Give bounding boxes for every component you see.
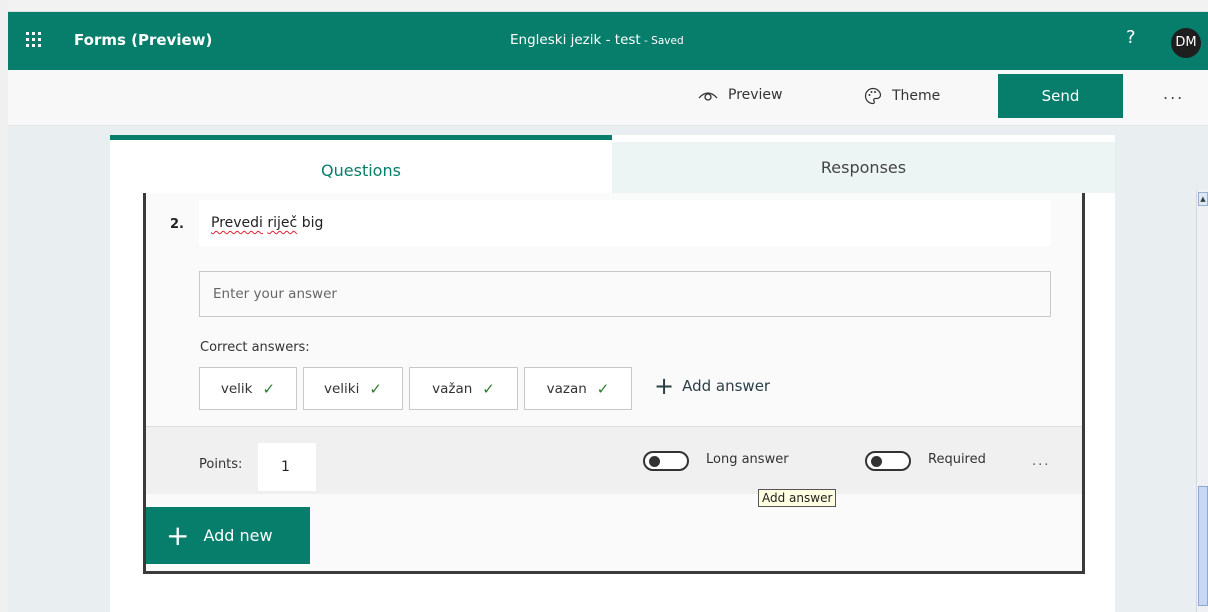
- required-label: Required: [928, 452, 986, 467]
- long-answer-label: Long answer: [706, 452, 789, 467]
- tab-questions[interactable]: Questions: [110, 135, 612, 193]
- window-top-strip: [0, 0, 1208, 12]
- preview-button[interactable]: Preview: [698, 87, 783, 103]
- correct-answer-chip[interactable]: važan ✓: [409, 367, 518, 410]
- question-title-field[interactable]: Prevedi riječ big: [199, 200, 1051, 246]
- question-number: 2.: [170, 217, 184, 232]
- preview-label: Preview: [728, 87, 783, 103]
- correct-answer-text: veliki: [324, 380, 360, 397]
- add-answer-label: Add answer: [682, 377, 771, 395]
- check-icon: ✓: [596, 379, 610, 398]
- document-title[interactable]: Engleski jezik - test - Saved: [510, 32, 684, 48]
- correct-answer-chip[interactable]: velik ✓: [199, 367, 297, 410]
- check-icon: ✓: [482, 379, 495, 398]
- help-button[interactable]: ?: [1126, 27, 1136, 48]
- long-answer-toggle[interactable]: [643, 451, 689, 471]
- save-status: Saved: [651, 35, 684, 47]
- toggle-knob: [649, 456, 660, 467]
- question-title-word: riječ: [267, 215, 298, 231]
- question-more-button[interactable]: ...: [1032, 454, 1050, 469]
- correct-answers-label: Correct answers:: [200, 340, 310, 355]
- app-name[interactable]: Forms (Preview): [74, 31, 212, 49]
- palette-icon: [864, 87, 882, 105]
- answer-input[interactable]: Enter your answer: [199, 271, 1051, 317]
- correct-answer-chip[interactable]: veliki ✓: [303, 367, 403, 410]
- points-label: Points:: [199, 457, 243, 472]
- plus-icon: +: [654, 372, 675, 400]
- question-card: 2. Prevedi riječ big Enter your answer C…: [143, 193, 1085, 574]
- toggle-knob: [871, 456, 882, 467]
- more-options-button[interactable]: ...: [1163, 84, 1184, 103]
- document-title-text: Engleski jezik - test: [510, 32, 641, 48]
- save-separator: -: [640, 35, 652, 47]
- question-footer: Points: 1 Long answer Required ...: [146, 426, 1082, 494]
- check-icon: ✓: [369, 379, 382, 398]
- add-answer-tooltip: Add answer: [758, 489, 837, 507]
- app-header: Forms (Preview) Engleski jezik - test - …: [8, 12, 1208, 70]
- form-editor-card: Questions Responses 2. Prevedi riječ big…: [110, 135, 1115, 612]
- add-answer-button[interactable]: + Add answer: [654, 372, 771, 400]
- question-title-word: Prevedi: [211, 215, 263, 231]
- plus-icon: +: [166, 518, 190, 552]
- required-toggle[interactable]: [865, 451, 911, 471]
- scroll-thumb[interactable]: [1198, 486, 1208, 606]
- correct-answer-chip[interactable]: vazan ✓: [524, 367, 632, 410]
- tab-responses[interactable]: Responses: [612, 142, 1115, 193]
- eye-icon: [698, 92, 718, 101]
- send-button[interactable]: Send: [998, 74, 1123, 118]
- correct-answer-text: velik: [220, 380, 253, 397]
- correct-answer-text: važan: [432, 380, 473, 397]
- add-new-button[interactable]: + Add new: [146, 507, 310, 564]
- points-input[interactable]: 1: [258, 443, 316, 491]
- check-icon: ✓: [262, 379, 276, 398]
- correct-answer-text: vazan: [546, 380, 587, 397]
- add-new-label: Add new: [203, 526, 273, 545]
- window-left-edge: [0, 0, 8, 612]
- vertical-scrollbar[interactable]: ▲: [1196, 190, 1208, 612]
- user-avatar[interactable]: DM: [1171, 28, 1201, 58]
- question-title-word: big: [301, 215, 324, 231]
- theme-label: Theme: [892, 88, 941, 104]
- app-launcher-icon[interactable]: [24, 30, 44, 50]
- scroll-up-arrow-icon[interactable]: ▲: [1198, 192, 1208, 206]
- theme-button[interactable]: Theme: [864, 87, 940, 105]
- command-bar: Preview Theme Send ...: [8, 70, 1208, 126]
